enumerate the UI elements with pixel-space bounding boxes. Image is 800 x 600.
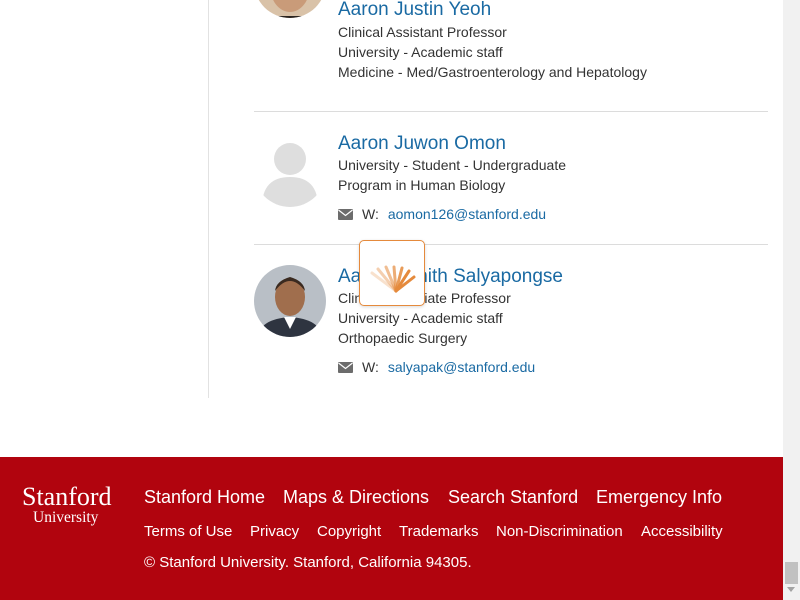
sidebar-divider bbox=[208, 0, 209, 398]
email-row: W: aomon126@stanford.edu bbox=[338, 205, 546, 223]
email-type-label: W: bbox=[362, 359, 379, 375]
page: Aaron Justin Yeoh Clinical Assistant Pro… bbox=[0, 0, 783, 600]
envelope-icon bbox=[338, 361, 353, 373]
person-title: Clinical Assistant Professor bbox=[338, 24, 507, 40]
footer-link-accessibility[interactable]: Accessibility bbox=[641, 523, 723, 540]
site-footer: Stanford University Stanford Home Maps &… bbox=[0, 457, 783, 600]
footer-link-search-stanford[interactable]: Search Stanford bbox=[448, 487, 578, 508]
vertical-scrollbar[interactable] bbox=[783, 0, 800, 600]
person-photo bbox=[254, 265, 326, 337]
person-name-link[interactable]: Aaron Justin Yeoh bbox=[338, 0, 491, 21]
stanford-logo[interactable]: Stanford bbox=[22, 484, 112, 510]
loading-indicator bbox=[359, 240, 425, 306]
stanford-logo-subtitle: University bbox=[33, 509, 99, 526]
person-affiliation: University - Academic staff bbox=[338, 310, 503, 326]
person-program: Program in Human Biology bbox=[338, 177, 506, 193]
footer-copyright: © Stanford University. Stanford, Califor… bbox=[144, 554, 472, 571]
footer-link-trademarks[interactable]: Trademarks bbox=[399, 523, 478, 540]
row-divider bbox=[254, 111, 768, 112]
footer-link-stanford-home[interactable]: Stanford Home bbox=[144, 487, 265, 508]
email-row: W: salyapak@stanford.edu bbox=[338, 358, 535, 376]
person-affiliation: University - Academic staff bbox=[338, 44, 503, 60]
footer-link-copyright[interactable]: Copyright bbox=[317, 523, 381, 540]
footer-link-non-discrimination[interactable]: Non-Discrimination bbox=[496, 523, 623, 540]
person-affiliation: University - Student - Undergraduate bbox=[338, 157, 566, 173]
email-link[interactable]: aomon126@stanford.edu bbox=[388, 206, 546, 222]
default-avatar-icon bbox=[254, 135, 326, 207]
email-link[interactable]: salyapak@stanford.edu bbox=[388, 359, 535, 375]
row-divider bbox=[254, 244, 768, 245]
person-department: Medicine - Med/Gastroenterology and Hepa… bbox=[338, 64, 647, 80]
footer-link-emergency-info[interactable]: Emergency Info bbox=[596, 487, 722, 508]
scroll-down-arrow-icon[interactable] bbox=[787, 587, 795, 592]
person-photo bbox=[254, 0, 326, 18]
footer-link-terms[interactable]: Terms of Use bbox=[144, 523, 232, 540]
scrollbar-thumb[interactable] bbox=[785, 562, 798, 584]
person-name-link[interactable]: Aaron Juwon Omon bbox=[338, 133, 506, 155]
person-department: Orthopaedic Surgery bbox=[338, 330, 468, 346]
email-type-label: W: bbox=[362, 206, 379, 222]
footer-link-maps-directions[interactable]: Maps & Directions bbox=[283, 487, 429, 508]
envelope-icon bbox=[338, 208, 353, 220]
loading-spinner-icon bbox=[370, 265, 416, 293]
footer-link-privacy[interactable]: Privacy bbox=[250, 523, 299, 540]
